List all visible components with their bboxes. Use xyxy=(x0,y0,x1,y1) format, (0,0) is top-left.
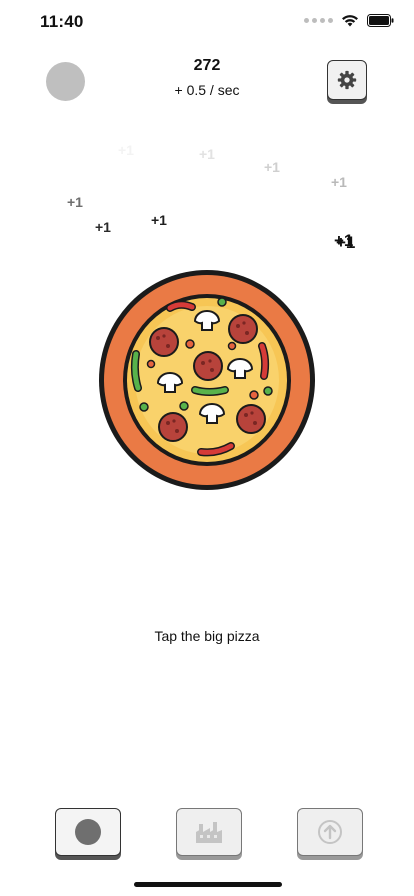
signal-icon xyxy=(304,18,333,23)
floating-plus-one: +1 xyxy=(199,146,215,162)
factory-button[interactable] xyxy=(176,808,242,856)
floating-plus-one: +1 xyxy=(264,159,280,175)
floating-plus-one: +1 xyxy=(336,233,356,252)
floating-plus-one: +1 xyxy=(331,174,347,190)
circle-icon xyxy=(75,819,101,845)
upgrade-button[interactable] xyxy=(297,808,363,856)
wifi-icon xyxy=(342,15,358,27)
arrow-up-circle-icon xyxy=(318,820,342,844)
factory-icon xyxy=(196,822,222,843)
status-icons xyxy=(304,14,394,27)
floating-plus-one: +1 xyxy=(118,142,134,158)
gear-icon xyxy=(337,70,357,90)
floating-plus-one: +1 xyxy=(95,219,111,235)
pizza-icon xyxy=(99,270,315,490)
battery-icon xyxy=(367,14,394,27)
status-bar: 11:40 xyxy=(0,0,414,44)
big-pizza-button[interactable] xyxy=(94,266,320,494)
shop-button[interactable] xyxy=(55,808,121,856)
tap-hint: Tap the big pizza xyxy=(154,628,260,644)
floating-plus-one: +1 xyxy=(151,212,167,228)
home-indicator[interactable] xyxy=(134,882,282,887)
status-time: 11:40 xyxy=(40,12,84,31)
floating-plus-one: +1 xyxy=(67,194,83,210)
settings-button[interactable] xyxy=(327,60,367,100)
